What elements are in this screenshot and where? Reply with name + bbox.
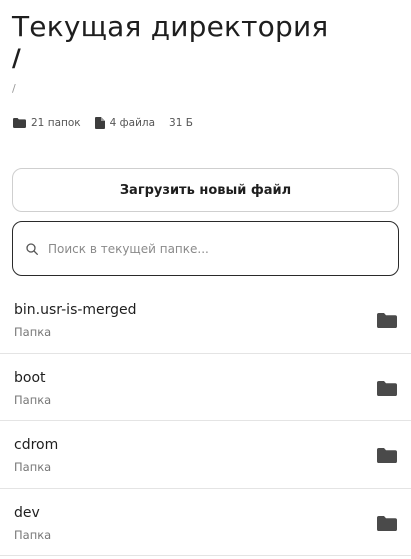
current-path: / [12, 44, 21, 72]
directory-stats: 21 папок 4 файла 31 Б [13, 117, 207, 129]
file-list: bin.usr-is-merged Папка boot Папка cdrom… [0, 286, 411, 556]
list-item[interactable]: dev Папка [0, 489, 411, 556]
folder-icon [377, 515, 397, 531]
list-item[interactable]: cdrom Папка [0, 421, 411, 489]
search-input[interactable] [48, 241, 378, 256]
item-name: boot [14, 369, 46, 386]
folder-icon [377, 448, 397, 463]
file-browser: Текущая директория / / 21 папок 4 файла … [0, 0, 411, 559]
item-name: dev [14, 504, 40, 521]
list-item[interactable]: bin.usr-is-merged Папка [0, 286, 411, 354]
breadcrumb[interactable]: / [12, 82, 16, 95]
item-type: Папка [14, 392, 52, 407]
folder-count: 21 папок [13, 117, 81, 129]
item-type: Папка [14, 325, 52, 339]
folder-icon [13, 118, 26, 128]
item-name: bin.usr-is-merged [14, 302, 137, 318]
item-type: Папка [14, 460, 52, 474]
total-size-label: 31 Б [169, 117, 193, 129]
file-icon [94, 117, 105, 129]
item-type: Папка [14, 527, 52, 542]
upload-file-button[interactable]: Загрузить новый файл [12, 168, 399, 212]
folder-icon [377, 313, 397, 328]
total-size: 31 Б [169, 117, 193, 129]
folder-count-label: 21 папок [31, 117, 81, 129]
item-name: cdrom [14, 437, 59, 453]
search-box[interactable] [12, 221, 399, 276]
folder-icon [377, 380, 397, 396]
search-icon [26, 242, 38, 255]
file-count: 4 файла [94, 117, 156, 129]
list-item[interactable]: boot Папка [0, 354, 411, 421]
page-title: Текущая директория [12, 10, 329, 43]
file-count-label: 4 файла [109, 117, 156, 129]
